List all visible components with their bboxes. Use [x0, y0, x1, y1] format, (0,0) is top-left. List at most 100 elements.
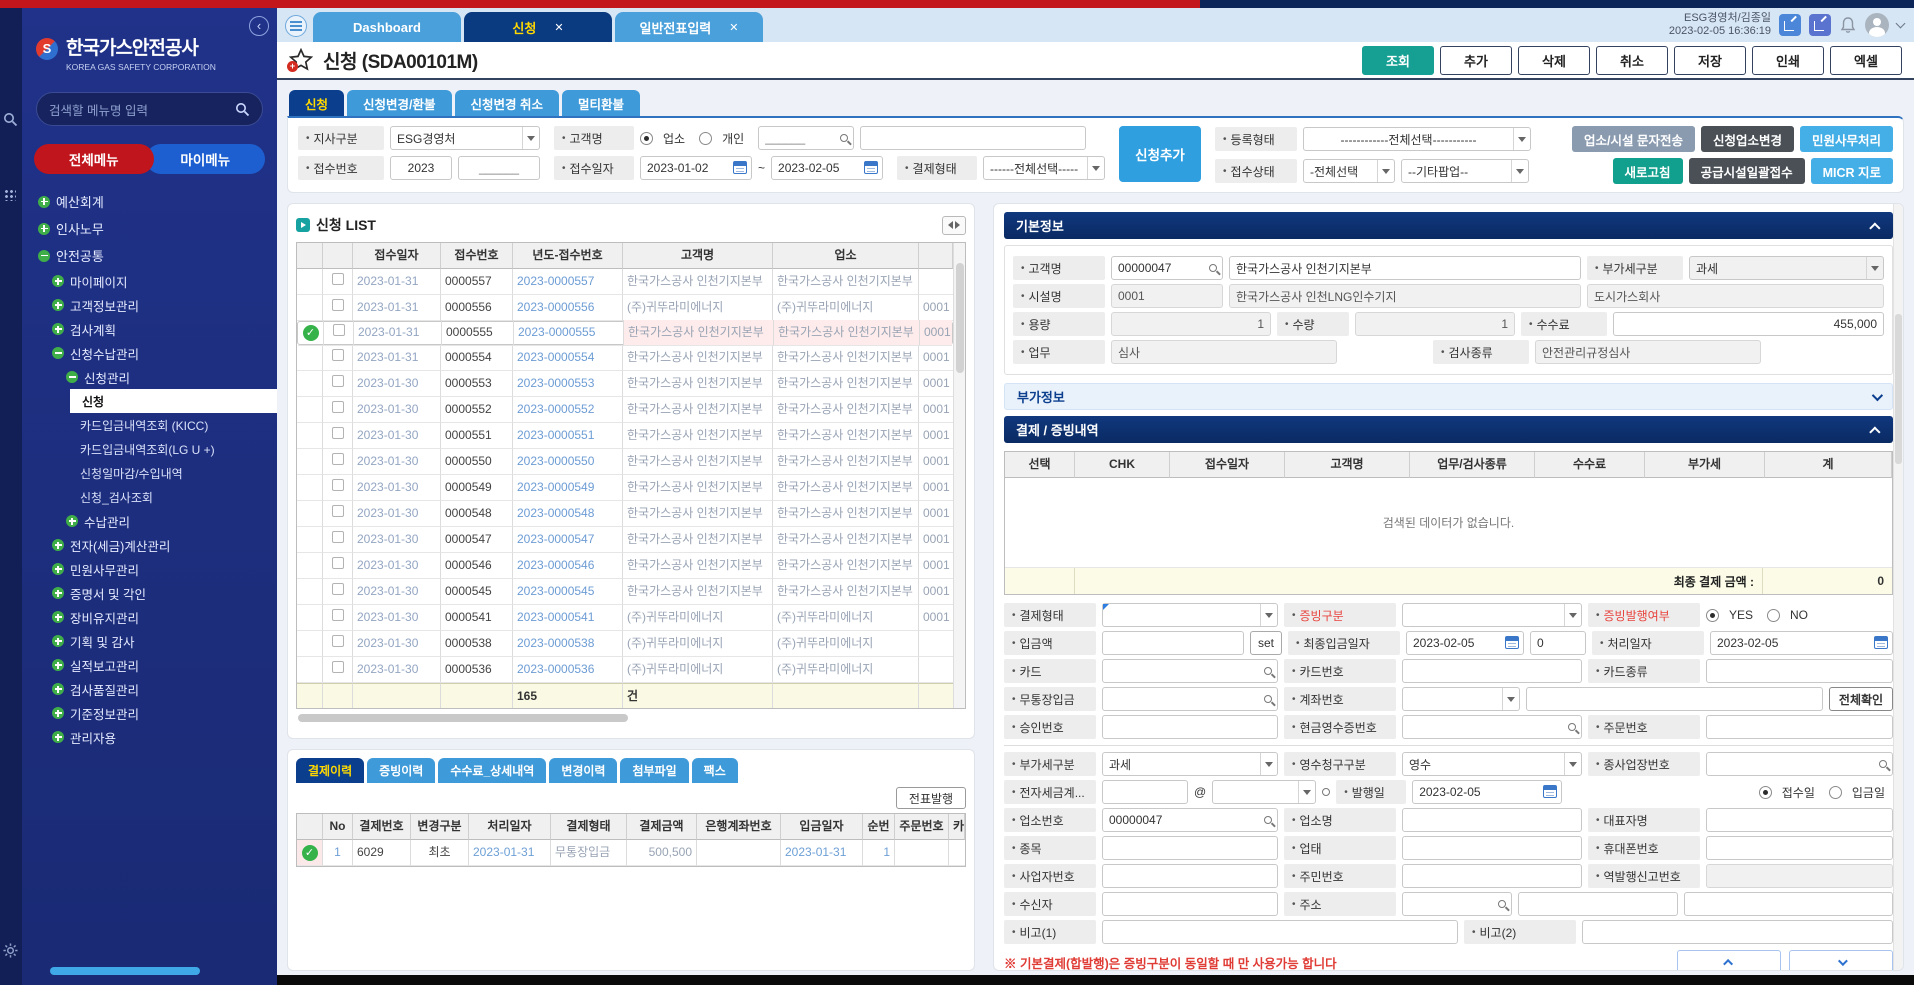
order-no-input[interactable] [1706, 715, 1893, 739]
address1-input[interactable] [1518, 892, 1678, 916]
row-checkbox[interactable] [332, 609, 344, 621]
table-row[interactable]: ✓2023-01-3100005552023-0000555한국가스공사 인천기… [297, 321, 953, 345]
row-checkbox[interactable] [332, 635, 344, 647]
list-horizontal-scrollbar[interactable] [296, 713, 966, 723]
sidebar-item[interactable]: 관리자용 [22, 725, 277, 748]
close-icon[interactable]: ✕ [554, 21, 563, 34]
table-row[interactable]: 2023-01-3000005382023-0000538(주)귀뚜라미에너지(… [297, 631, 953, 657]
sidebar-item[interactable]: 카드입금내역조회 (KICC) [22, 413, 277, 437]
account-no-input[interactable] [1526, 687, 1823, 711]
sidebar-item[interactable]: 장비유지관리 [22, 605, 277, 629]
my-menu-button[interactable]: 마이메뉴 [146, 144, 266, 174]
search-icon[interactable] [1879, 760, 1887, 768]
table-row[interactable]: 2023-01-3100005562023-0000556(주)귀뚜라미에너지(… [297, 295, 953, 321]
basic-info-header[interactable]: 기본정보 [1004, 212, 1893, 239]
sub-tab[interactable]: 신청변경 취소 [455, 90, 559, 116]
menu-search-icon[interactable] [235, 102, 250, 117]
history-tab[interactable]: 첨부파일 [620, 758, 688, 783]
sidebar-item[interactable]: 전자(세금)계산관리 [22, 533, 277, 557]
vat-type-select[interactable]: 과세 [1102, 752, 1278, 776]
customer-name-input[interactable] [860, 126, 1086, 150]
etax-domain-select[interactable] [1212, 780, 1316, 804]
tab-item[interactable]: 일반전표입력✕ [615, 12, 763, 42]
cash-receipt-input[interactable] [1402, 715, 1582, 739]
table-row[interactable]: 2023-01-3000005452023-0000545한국가스공사 인천기지… [297, 579, 953, 605]
receipt-claim-select[interactable]: 영수 [1402, 752, 1582, 776]
table-row[interactable]: 2023-01-3000005412023-0000541(주)귀뚜라미에너지(… [297, 605, 953, 631]
reg-type-select[interactable]: ------------전체선택----------- [1303, 127, 1531, 151]
etax-id-input[interactable] [1102, 780, 1188, 804]
refresh-button[interactable]: 새로고침 [1613, 158, 1683, 184]
sidebar-item[interactable]: 고객정보관리 [22, 293, 277, 317]
search-icon[interactable] [1209, 264, 1217, 272]
calendar-icon[interactable] [864, 161, 878, 174]
biz-name-input[interactable] [1402, 808, 1582, 832]
radio-personal[interactable] [699, 132, 712, 145]
zip-input[interactable] [1402, 892, 1512, 916]
search-icon[interactable] [1264, 816, 1272, 824]
search-icon[interactable] [1568, 723, 1576, 731]
tab-item[interactable]: Dashboard [313, 12, 461, 42]
tab-active[interactable]: 신청✕ [464, 12, 612, 42]
note1-input[interactable] [1102, 920, 1458, 944]
sidebar-item[interactable]: 신청수납관리 [22, 341, 277, 365]
sidebar-item[interactable]: 인사노무 [22, 215, 277, 242]
sidebar-item[interactable]: 신청관리 [22, 365, 277, 389]
customer-name-field[interactable] [1229, 256, 1581, 280]
calendar-icon[interactable] [733, 161, 747, 174]
table-row[interactable]: 2023-01-3000005482023-0000548한국가스공사 인천기지… [297, 501, 953, 527]
row-checkbox[interactable] [332, 531, 344, 543]
row-checkbox[interactable] [332, 661, 344, 673]
bank-select[interactable] [1402, 687, 1520, 711]
excel-button[interactable]: 엑셀 [1830, 46, 1902, 75]
calendar-icon[interactable] [1505, 636, 1519, 649]
proof-type-select[interactable] [1402, 603, 1582, 627]
address2-input[interactable] [1684, 892, 1893, 916]
approve-no-input[interactable] [1102, 715, 1278, 739]
branch-select[interactable]: ESG경영처 [390, 126, 540, 150]
brn-input[interactable] [1102, 864, 1278, 888]
sidebar-item[interactable]: 증명서 및 각인 [22, 581, 277, 605]
calendar-icon[interactable] [1543, 785, 1557, 798]
save-button[interactable]: 저장 [1674, 46, 1746, 75]
delete-button[interactable]: 삭제 [1518, 46, 1590, 75]
sidebar-item[interactable]: 기획 및 감사 [22, 629, 277, 653]
table-row[interactable]: 2023-01-3000005362023-0000536(주)귀뚜라미에너지(… [297, 657, 953, 683]
receipt-state-select[interactable]: -전체선택 [1303, 159, 1395, 183]
table-row[interactable]: 2023-01-3000005512023-0000551한국가스공사 인천기지… [297, 423, 953, 449]
rail-gear-icon[interactable] [3, 943, 18, 961]
receipt-seq-input[interactable] [458, 156, 540, 180]
search-icon[interactable] [1264, 695, 1272, 703]
sidebar-item[interactable]: 예산회계 [22, 188, 277, 215]
search-icon[interactable] [1322, 788, 1330, 796]
history-tab[interactable]: 변경이력 [549, 758, 617, 783]
sidebar-item[interactable]: 민원사무관리 [22, 557, 277, 581]
close-icon[interactable]: ✕ [729, 21, 738, 34]
radio-deposit-day[interactable] [1829, 786, 1842, 799]
extra-info-header[interactable]: 부가정보 [1004, 383, 1893, 410]
set-button[interactable]: set [1250, 631, 1282, 655]
sidebar-item[interactable]: 실적보고관리 [22, 653, 277, 677]
user-menu-chevron-icon[interactable] [1896, 19, 1906, 29]
sidebar-item[interactable]: 신청 [70, 389, 277, 413]
card-input[interactable] [1102, 659, 1278, 683]
change-business-button[interactable]: 신청업소변경 [1701, 126, 1794, 152]
biz-type-input[interactable] [1402, 836, 1582, 860]
table-row[interactable]: ✓16029최초2023-01-31무통장입금500,5002023-01-31… [297, 840, 965, 866]
list-vertical-scrollbar[interactable] [953, 243, 965, 708]
card-kind-input[interactable] [1706, 659, 1893, 683]
sidebar-item[interactable]: 신청_검사조회 [22, 485, 277, 509]
open-window-icon[interactable] [1779, 14, 1801, 36]
sidebar-item[interactable]: 신청일마감/수입내역 [22, 461, 277, 485]
radio-business[interactable] [640, 132, 653, 145]
row-checkbox[interactable] [332, 375, 344, 387]
row-checkbox[interactable] [332, 557, 344, 569]
row-checkbox[interactable] [333, 324, 345, 336]
sms-send-button[interactable]: 업소/시설 문자전송 [1572, 126, 1695, 152]
sidebar-item[interactable]: 안전공통 [22, 242, 277, 269]
row-checkbox[interactable] [332, 273, 344, 285]
search-icon[interactable] [1498, 900, 1506, 908]
ceo-input[interactable] [1706, 808, 1893, 832]
radio-proof-yes[interactable] [1706, 609, 1719, 622]
sidebar-item[interactable]: 검사품질관리 [22, 677, 277, 701]
